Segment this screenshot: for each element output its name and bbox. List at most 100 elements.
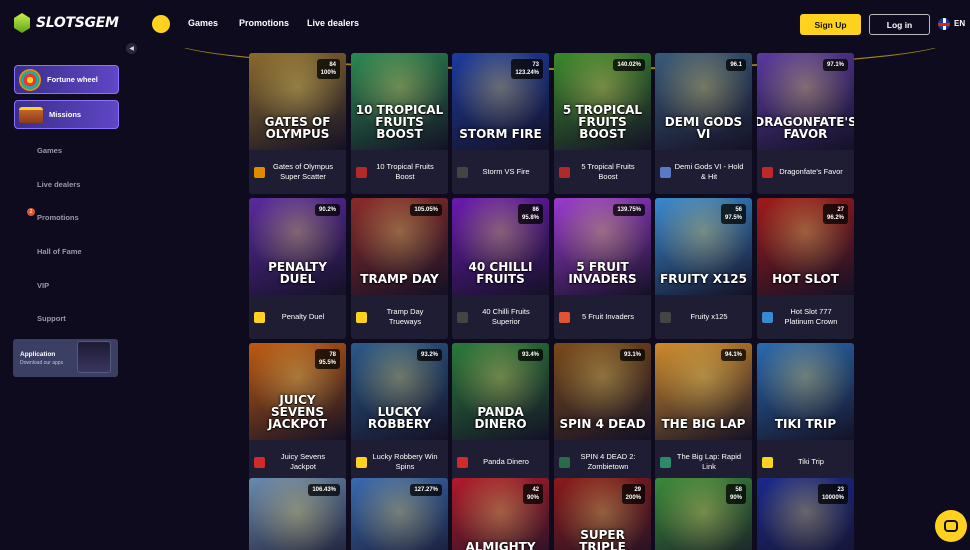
sidebar-item-promotions[interactable]: Promotions: [37, 213, 79, 222]
game-title: Dragonfate's Favor: [779, 167, 843, 176]
game-thumbnail[interactable]: THE BIG LAP 94.1%: [655, 343, 752, 440]
game-art-title: JUICY SEVENS JACKPOT: [267, 393, 328, 431]
stat-count: 29: [634, 487, 641, 493]
missions-button[interactable]: Missions: [14, 100, 119, 129]
game-thumbnail[interactable]: WOLF HUNT106.43%: [249, 478, 346, 550]
game-card[interactable]: FRUITY X125 56 97.5% Fruity x125: [655, 198, 752, 339]
game-thumbnail[interactable]: PENALTY DUEL 90.2%: [249, 198, 346, 295]
game-title: 5 Fruit Invaders: [581, 312, 635, 321]
game-thumbnail[interactable]: SPIN 4 DEAD 93.1%: [554, 343, 651, 440]
game-card[interactable]: SUPER TRIPLE FORTUNE 29 200%: [554, 478, 651, 550]
game-art-title: FRUITY X125: [660, 272, 747, 286]
logo[interactable]: SLOTSGEM: [14, 13, 119, 33]
game-card[interactable]: PENALTY DUEL 90.2% Penalty Duel: [249, 198, 346, 339]
stat-rtp: 123.24%: [515, 70, 539, 76]
game-card[interactable]: STORM FIRE 73 123.24% Storm VS Fire: [452, 53, 549, 194]
sidebar-item-support[interactable]: Support: [37, 314, 66, 323]
game-card[interactable]: 5 FRUIT INVADERS 139.75% 5 Fruit Invaders: [554, 198, 651, 339]
game-card[interactable]: WOLF HUNT106.43%: [249, 478, 346, 550]
chest-icon: [19, 106, 43, 123]
game-thumbnail[interactable]: HOT SLOT 27 96.2%: [757, 198, 854, 295]
game-info: Gates of Olympus Super Scatter: [249, 150, 346, 194]
game-art-title: 10 TROPICAL FRUITS BOOST: [355, 103, 444, 141]
app-download-card[interactable]: Application Download our apps: [13, 339, 118, 377]
game-title: 40 Chilli Fruits Superior: [482, 307, 530, 326]
game-card[interactable]: GATES OF OLYMPUS 84 100% Gates of Olympus S…: [249, 53, 346, 194]
game-card[interactable]: SPIN 4 DEAD 93.1% SPIN 4 DEAD 2: Zombietow…: [554, 343, 651, 484]
game-card[interactable]: 127.27%: [351, 478, 448, 550]
game-thumbnail[interactable]: FRUITY X125 56 97.5%: [655, 198, 752, 295]
game-stats-badge: 105.05%: [410, 204, 442, 216]
game-card[interactable]: PANDA DINERO 93.4% Panda Dinero: [452, 343, 549, 484]
game-thumbnail[interactable]: GATES OF OLYMPUS 84 100%: [249, 53, 346, 150]
sidebar-item-games[interactable]: Games: [37, 146, 62, 155]
game-thumbnail[interactable]: 5 FRUIT INVADERS 139.75%: [554, 198, 651, 295]
game-card[interactable]: ALMIGHTY JOKER4290%: [452, 478, 549, 550]
live-chat-button[interactable]: [935, 510, 967, 542]
log-in-button[interactable]: Log in: [869, 14, 930, 35]
logo-text: SLOTSGEM: [36, 15, 119, 31]
game-thumbnail[interactable]: 10 TROPICAL FRUITS BOOST: [351, 53, 448, 150]
game-art-title: TRAMP DAY: [360, 272, 439, 286]
game-thumbnail[interactable]: PANDA DINERO 93.4%: [452, 343, 549, 440]
game-card[interactable]: 5 TROPICAL FRUITS BOOST 140.02% 5 Tropical…: [554, 53, 651, 194]
game-stats-badge: 106.43%: [308, 484, 340, 496]
game-thumbnail[interactable]: STORM FIRE 73 123.24%: [452, 53, 549, 150]
game-thumbnail[interactable]: 40 CHILLI FRUITS 86 95.8%: [452, 198, 549, 295]
game-card[interactable]: THE BIG LAP 94.1% The Big Lap: Rapid Link: [655, 343, 752, 484]
sidebar-item-live-dealers[interactable]: Live dealers: [37, 180, 80, 189]
game-card[interactable]: 10 TROPICAL FRUITS BOOST 10 Tropical Frui…: [351, 53, 448, 194]
game-thumbnail[interactable]: JUICY SEVENS JACKPOT 78 95.5%: [249, 343, 346, 440]
game-thumbnail[interactable]: SUPER TRIPLE FORTUNE 29 200%: [554, 478, 651, 550]
language-selector[interactable]: EN: [954, 19, 965, 28]
game-art-title: GATES OF OLYMPUS: [264, 115, 331, 141]
game-thumbnail[interactable]: ALMIGHTY JOKER4290%: [452, 478, 549, 550]
game-title: Fruity x125: [690, 312, 728, 321]
game-thumbnail[interactable]: HARVEST5890%: [655, 478, 752, 550]
game-thumbnail[interactable]: DRAGONFATE'S FAVOR 97.1%: [757, 53, 854, 150]
sidebar-item-vip[interactable]: VIP: [37, 281, 49, 290]
sign-up-button[interactable]: Sign Up: [800, 14, 861, 35]
game-thumbnail[interactable]: LUCKY ROBBERY 93.2%: [351, 343, 448, 440]
game-card[interactable]: 40 CHILLI FRUITS 86 95.8% 40 Chilli Fruits …: [452, 198, 549, 339]
game-stats-badge: 56 97.5%: [720, 204, 746, 224]
sidebar-item-hall-of-fame[interactable]: Hall of Fame: [37, 247, 82, 256]
game-card[interactable]: LUCKY ROBBERY 93.2% Lucky Robbery Win Spin…: [351, 343, 448, 484]
collapse-sidebar-icon[interactable]: ◀: [126, 43, 137, 54]
game-info: 10 Tropical Fruits Boost: [351, 150, 448, 194]
nav-live-dealers[interactable]: Live dealers: [307, 18, 359, 28]
nav-games[interactable]: Games: [188, 18, 218, 28]
game-stats-badge: 93.1%: [619, 349, 645, 361]
stat-count: 42: [532, 487, 539, 493]
game-card[interactable]: DRAGONFATE'S FAVOR 97.1% Dragonfate's Favo…: [757, 53, 854, 194]
game-thumbnail[interactable]: POWER COIN2310000%: [757, 478, 854, 550]
game-card[interactable]: TIKI TRIP Tiki Trip: [757, 343, 854, 484]
game-thumbnail[interactable]: TIKI TRIP: [757, 343, 854, 440]
theme-toggle-icon[interactable]: [152, 15, 170, 33]
game-thumbnail[interactable]: 5 TROPICAL FRUITS BOOST 140.02%: [554, 53, 651, 150]
provider-icon: [660, 311, 671, 323]
stat-count: 84: [329, 62, 336, 68]
uk-flag-icon[interactable]: [938, 18, 950, 30]
game-thumbnail[interactable]: 127.27%: [351, 478, 448, 550]
p-provider-icon: [254, 456, 265, 468]
fortune-wheel-button[interactable]: Fortune wheel: [14, 65, 119, 94]
game-stats-badge: 86 95.8%: [517, 204, 543, 224]
v-provider-icon: [762, 311, 773, 323]
game-card[interactable]: POWER COIN2310000%: [757, 478, 854, 550]
game-card[interactable]: HARVEST5890%: [655, 478, 752, 550]
game-card[interactable]: DEMI GODS VI 96.1 Demi Gods VI - Hold & Hi…: [655, 53, 752, 194]
game-thumbnail[interactable]: DEMI GODS VI 96.1: [655, 53, 752, 150]
game-thumbnail[interactable]: TRAMP DAY 105.05%: [351, 198, 448, 295]
game-info: Demi Gods VI - Hold & Hit: [655, 150, 752, 194]
nav-promotions[interactable]: Promotions: [239, 18, 289, 28]
provider-icon: [356, 166, 367, 178]
game-card[interactable]: TRAMP DAY 105.05% Tramp Day Trueways: [351, 198, 448, 339]
game-card[interactable]: JUICY SEVENS JACKPOT 78 95.5% Juicy Sevens …: [249, 343, 346, 484]
game-card[interactable]: HOT SLOT 27 96.2% Hot Slot 777 Platinum Cro…: [757, 198, 854, 339]
stat-rtp: 106.43%: [312, 487, 336, 493]
game-title: SPIN 4 DEAD 2: Zombietown: [580, 452, 636, 471]
stat-rtp: 90%: [729, 495, 742, 501]
game-stats-badge: 73 123.24%: [511, 59, 543, 79]
game-art-title: THE BIG LAP: [661, 417, 746, 431]
